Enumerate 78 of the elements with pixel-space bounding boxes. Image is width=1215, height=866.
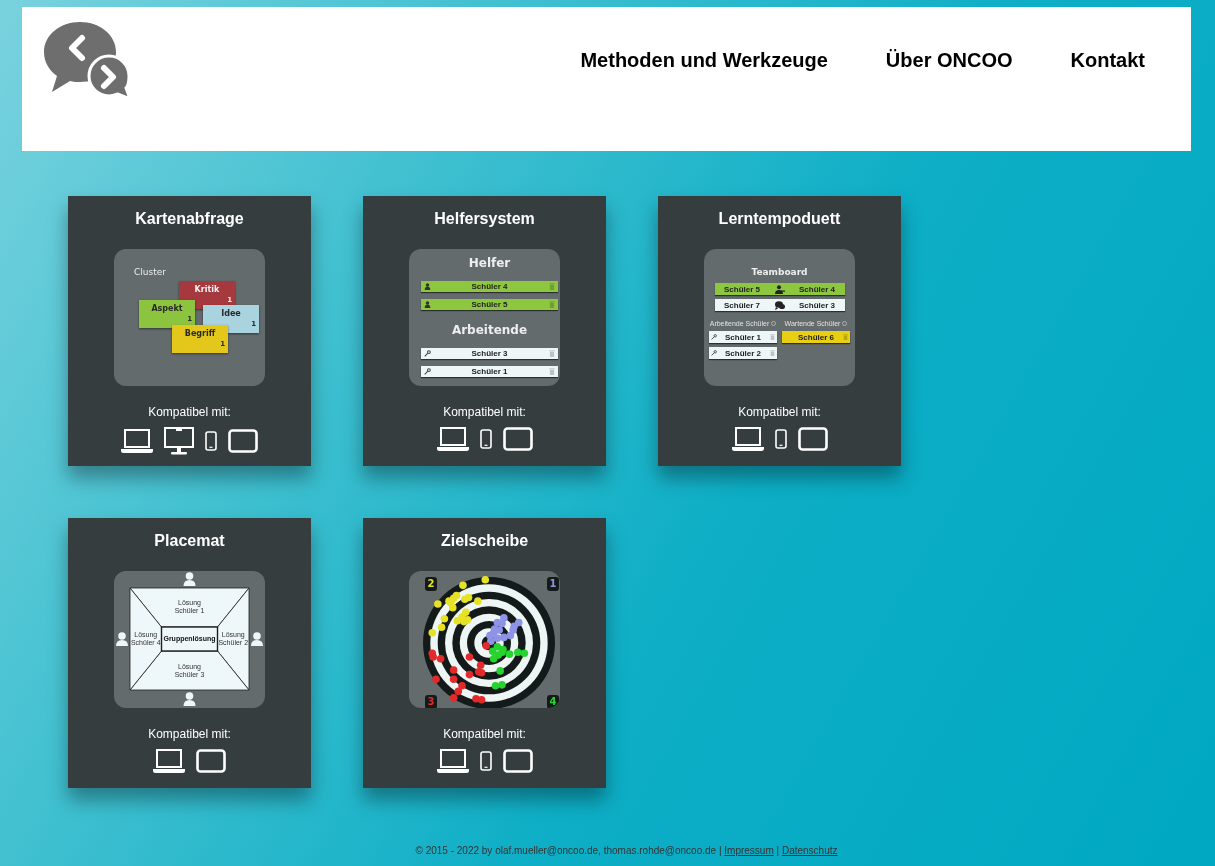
trash-icon: [549, 368, 555, 375]
laptop-icon: [436, 749, 469, 773]
key-icon: [423, 350, 431, 357]
section-heading: Arbeitende: [450, 322, 529, 338]
person-icon: [183, 572, 196, 586]
note-label: Kritik: [193, 285, 221, 295]
phone-icon: [774, 429, 787, 449]
key-icon: [711, 350, 717, 356]
nav-link[interactable]: Kontakt: [1070, 49, 1145, 72]
person-icon: [423, 301, 431, 308]
tablet-icon: [196, 749, 226, 773]
card-title: Helfersystem: [434, 209, 535, 228]
card-title: Zielscheibe: [440, 531, 529, 550]
laptop-icon: [153, 749, 185, 773]
tablet-icon: [502, 427, 533, 451]
quadrant-number: 2: [425, 577, 437, 591]
section-heading: Helfer: [467, 255, 512, 271]
note-label: Idee: [220, 309, 242, 319]
nav-link[interactable]: Methoden und Werkzeuge: [580, 49, 828, 72]
phone-icon: [479, 429, 492, 449]
student-name: Schüler 3: [471, 349, 508, 358]
card-title: Placemat: [154, 531, 225, 550]
tablet-icon: [797, 427, 828, 451]
student-name: Schüler 4: [471, 282, 508, 291]
note-label: Begriff: [183, 329, 217, 339]
quadrant-number: 3: [425, 695, 437, 708]
footer-link[interactable]: Impressum: [724, 845, 774, 856]
trash-icon: [769, 350, 775, 356]
person-icon: [116, 632, 128, 646]
person-icon: [251, 632, 263, 646]
student-name: Schüler 6: [798, 332, 834, 342]
trash-icon: [769, 334, 775, 340]
ring-icon: [842, 321, 848, 326]
compatibility-label: Kompatibel mit:: [148, 727, 231, 741]
trash-icon: [549, 350, 555, 357]
student-name: Schüler 5: [471, 300, 508, 309]
desktop-icon: [164, 427, 194, 455]
compatibility-label: Kompatibel mit:: [738, 405, 821, 419]
student-name: Schüler 2: [725, 348, 761, 358]
trash-icon: [549, 283, 555, 290]
student-name: Schüler 1: [725, 332, 761, 342]
compatibility-label: Kompatibel mit:: [443, 405, 526, 419]
group-field: [160, 626, 219, 652]
compatibility-label: Kompatibel mit:: [443, 727, 526, 741]
note-label: Aspekt: [150, 304, 184, 314]
board-heading: Teamboard: [751, 267, 808, 278]
method-card[interactable]: Helfersystem Helfer Schüler 4 Schüler 5 Arbeitende Schüler 3 Schüler 1 Kompatibel mit:: [363, 196, 606, 466]
student-name: Schüler 5: [724, 284, 760, 294]
compatibility-label: Kompatibel mit:: [148, 405, 231, 419]
key-icon: [423, 368, 431, 375]
person-icon: [423, 283, 431, 290]
laptop-icon: [731, 427, 764, 451]
key-icon: [711, 334, 717, 340]
phone-icon: [205, 431, 217, 451]
chat-icon: [774, 300, 785, 310]
person-icon: [774, 284, 785, 294]
laptop-icon: [121, 429, 153, 453]
student-name: Schüler 7: [724, 300, 760, 310]
student-name: Schüler 1: [471, 367, 508, 376]
ring-icon: [771, 321, 777, 326]
quadrant-number: 1: [547, 577, 559, 591]
trash-icon: [549, 301, 555, 308]
tablet-icon: [502, 749, 533, 773]
trash-icon: [842, 334, 848, 340]
tablet-icon: [228, 429, 258, 453]
cluster-heading: Cluster: [134, 267, 166, 278]
card-title: Kartenabfrage: [135, 209, 244, 228]
laptop-icon: [436, 427, 469, 451]
footer-text: © 2015 - 2022 by olaf.mueller@oncoo.de, thomas.rohde@oncoo.de | Impressum | Datenschutz: [414, 845, 839, 857]
phone-icon: [479, 751, 492, 771]
quadrant-number: 4: [547, 695, 559, 708]
footer-link[interactable]: Datenschutz: [781, 845, 838, 856]
nav-link[interactable]: Über ONCOO: [885, 49, 1013, 72]
student-name: Schüler 4: [799, 284, 835, 294]
student-name: Schüler 3: [799, 300, 835, 310]
method-card[interactable]: Zielscheibe 2 1 3 4 Kompatibel mit:: [363, 518, 606, 788]
person-icon: [183, 692, 196, 706]
card-title: Lerntempoduett: [718, 209, 841, 228]
